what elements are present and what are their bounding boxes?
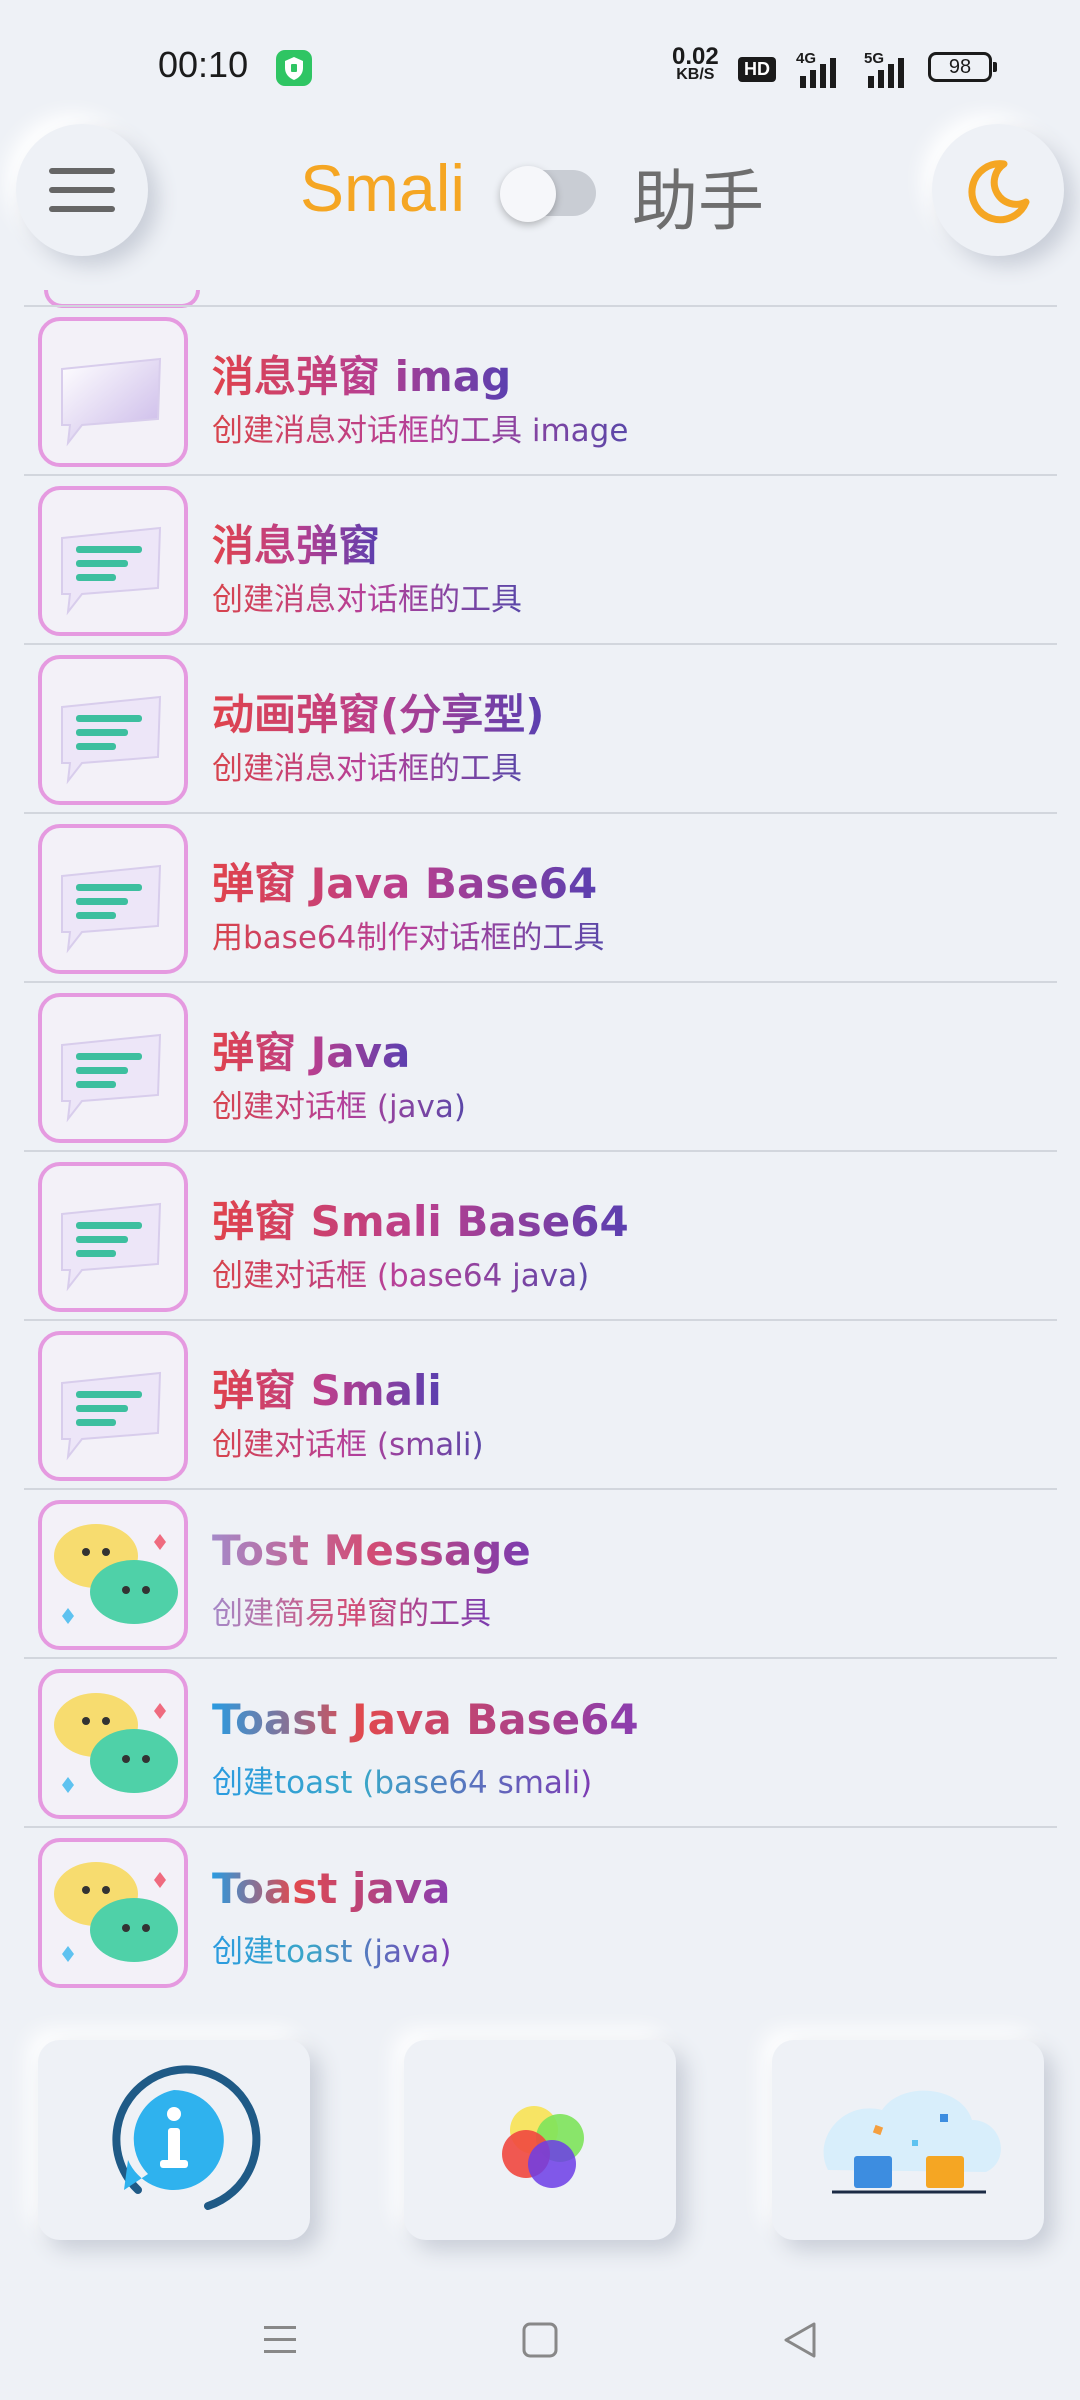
net-speed-value: 0.02 [672,43,719,70]
app-title-smali: Smali [300,151,466,225]
tool-title: Toast java [212,1864,451,1913]
battery-level: 98 [948,56,972,78]
tool-subtitle: 创建消息对话框的工具 [212,574,522,619]
mode-toggle[interactable] [500,166,596,222]
home-square-icon[interactable] [510,2310,570,2370]
list-item[interactable]: 消息弹窗 imag 创建消息对话框的工具 image [24,307,1057,476]
color-button[interactable] [404,2040,676,2240]
message-bubble-lines-icon [38,1162,188,1312]
list-item[interactable]: Toast Java Base64 创建toast (base64 smali) [24,1659,1057,1828]
tool-title: 弹窗 Java Base64 [212,850,597,911]
battery-icon: 98 [928,52,997,82]
tool-title: Toast Java Base64 [212,1695,639,1744]
system-nav-bar [0,2280,1080,2400]
tool-subtitle: 创建toast (base64 smali) [212,1757,592,1802]
tool-subtitle: 创建对话框 (base64 java) [212,1250,589,1295]
chat-emoji-bubbles-icon [38,1500,188,1650]
list-item[interactable]: 弹窗 Smali 创建对话框 (smali) [24,1321,1057,1490]
status-bar: 00:10 0.02 KB/S HD 4G 5G 98 [0,0,1080,130]
info-icon [112,2065,261,2210]
hamburger-menu-icon [49,168,115,212]
tool-title: 消息弹窗 [212,512,380,573]
tool-subtitle: 创建toast (java) [212,1926,451,1971]
message-bubble-blank-icon [38,317,188,467]
list-item[interactable]: 弹窗 Smali Base64 创建对话框 (base64 java) [24,1152,1057,1321]
security-shield-icon [276,50,312,86]
toggle-knob [500,166,556,222]
tool-subtitle: 创建消息对话框的工具 image [212,405,628,450]
tool-list[interactable]: 消息弹窗 imag 创建消息对话框的工具 image 消息弹窗 创建消息对话框的… [24,305,1057,1989]
tool-subtitle: 创建对话框 (smali) [212,1419,484,1464]
color-circles-icon [502,2106,584,2188]
list-item[interactable]: 动画弹窗(分享型) 创建消息对话框的工具 [24,645,1057,814]
message-bubble-lines-icon [38,655,188,805]
status-time: 00:10 [158,44,249,85]
tool-title: Tost Message [212,1526,531,1575]
net-speed-unit: KB/S [676,66,715,83]
recents-menu-icon[interactable] [250,2310,310,2370]
menu-button[interactable] [16,124,148,256]
chat-emoji-bubbles-icon [38,1838,188,1988]
list-item[interactable]: 弹窗 Java 创建对话框 (java) [24,983,1057,1152]
theme-button[interactable] [932,124,1064,256]
tool-title: 弹窗 Java [212,1019,410,1080]
info-button[interactable] [38,2040,310,2240]
chat-emoji-bubbles-icon [38,1669,188,1819]
tool-title: 弹窗 Smali Base64 [212,1188,629,1249]
list-item[interactable]: Tost Message 创建简易弹窗的工具 [24,1490,1057,1659]
tool-subtitle: 创建对话框 (java) [212,1081,466,1126]
message-bubble-lines-icon [38,486,188,636]
tool-subtitle: 用base64制作对话框的工具 [212,912,604,957]
message-bubble-lines-icon [38,1331,188,1481]
list-item[interactable]: 消息弹窗 创建消息对话框的工具 [24,476,1057,645]
network-speed: 0.02 KB/S [672,43,719,84]
folders-illustration-icon [823,2090,1001,2194]
tool-title: 弹窗 Smali [212,1357,442,1418]
tool-subtitle: 创建消息对话框的工具 [212,743,522,788]
message-bubble-lines-icon [38,824,188,974]
app-title-helper: 助手 [632,163,764,240]
files-button[interactable] [772,2040,1044,2240]
list-item[interactable]: 弹窗 Java Base64 用base64制作对话框的工具 [24,814,1057,983]
back-triangle-icon[interactable] [770,2310,830,2370]
message-bubble-lines-icon [38,993,188,1143]
moon-icon [968,160,1030,224]
tool-subtitle: 创建简易弹窗的工具 [212,1588,491,1633]
hd-badge: HD [738,57,776,82]
tool-title: 消息弹窗 imag [212,343,511,404]
list-item[interactable]: Toast java 创建toast (java) [24,1828,1057,1989]
tool-title: 动画弹窗(分享型) [212,681,544,742]
